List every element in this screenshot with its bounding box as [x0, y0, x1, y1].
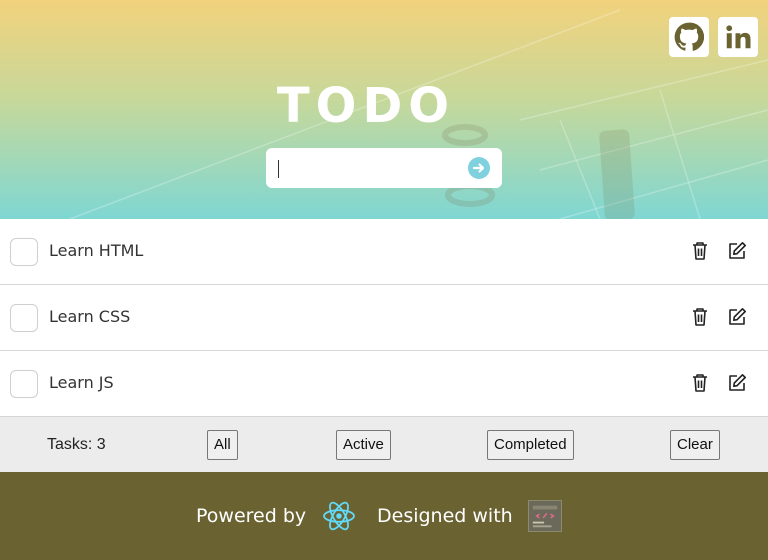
task-label: Learn HTML: [49, 241, 144, 260]
trash-icon[interactable]: [689, 306, 711, 328]
task-row: Learn CSS: [0, 285, 768, 351]
edit-icon[interactable]: [726, 372, 748, 394]
task-label: Learn CSS: [49, 307, 131, 326]
task-input-box: [266, 148, 502, 188]
text-caret: [278, 160, 279, 178]
edit-icon[interactable]: [726, 240, 748, 262]
github-icon: [674, 22, 704, 51]
header-hero: TODO: [0, 0, 768, 219]
new-task-input[interactable]: [276, 149, 466, 187]
task-checkbox[interactable]: [10, 304, 38, 332]
task-checkbox[interactable]: [10, 238, 38, 266]
filter-all-button[interactable]: All: [207, 430, 238, 460]
task-checkbox[interactable]: [10, 370, 38, 398]
trash-icon[interactable]: [689, 240, 711, 262]
arrow-right-circle-icon: [472, 163, 485, 173]
task-label: Learn JS: [49, 373, 114, 392]
task-row: Learn JS: [0, 351, 768, 417]
task-filter-bar: Tasks: 3 All Active Completed Clear: [0, 417, 768, 472]
add-task-button[interactable]: [468, 157, 490, 179]
page-footer: Powered by Designed with: [0, 472, 768, 560]
linkedin-link[interactable]: [718, 17, 758, 57]
react-logo-icon: [323, 501, 355, 531]
designer-logo-icon: [528, 500, 562, 532]
filter-completed-button[interactable]: Completed: [487, 430, 574, 460]
task-row: Learn HTML: [0, 219, 768, 285]
clear-button[interactable]: Clear: [670, 430, 720, 460]
github-link[interactable]: [669, 17, 709, 57]
filter-active-button[interactable]: Active: [336, 430, 391, 460]
designed-with-text: Designed with: [377, 505, 513, 527]
edit-icon[interactable]: [726, 306, 748, 328]
trash-icon[interactable]: [689, 372, 711, 394]
powered-by-text: Powered by: [196, 505, 307, 527]
app-title: TODO: [276, 78, 456, 134]
task-count: Tasks: 3: [47, 436, 106, 453]
linkedin-icon: [726, 25, 751, 49]
